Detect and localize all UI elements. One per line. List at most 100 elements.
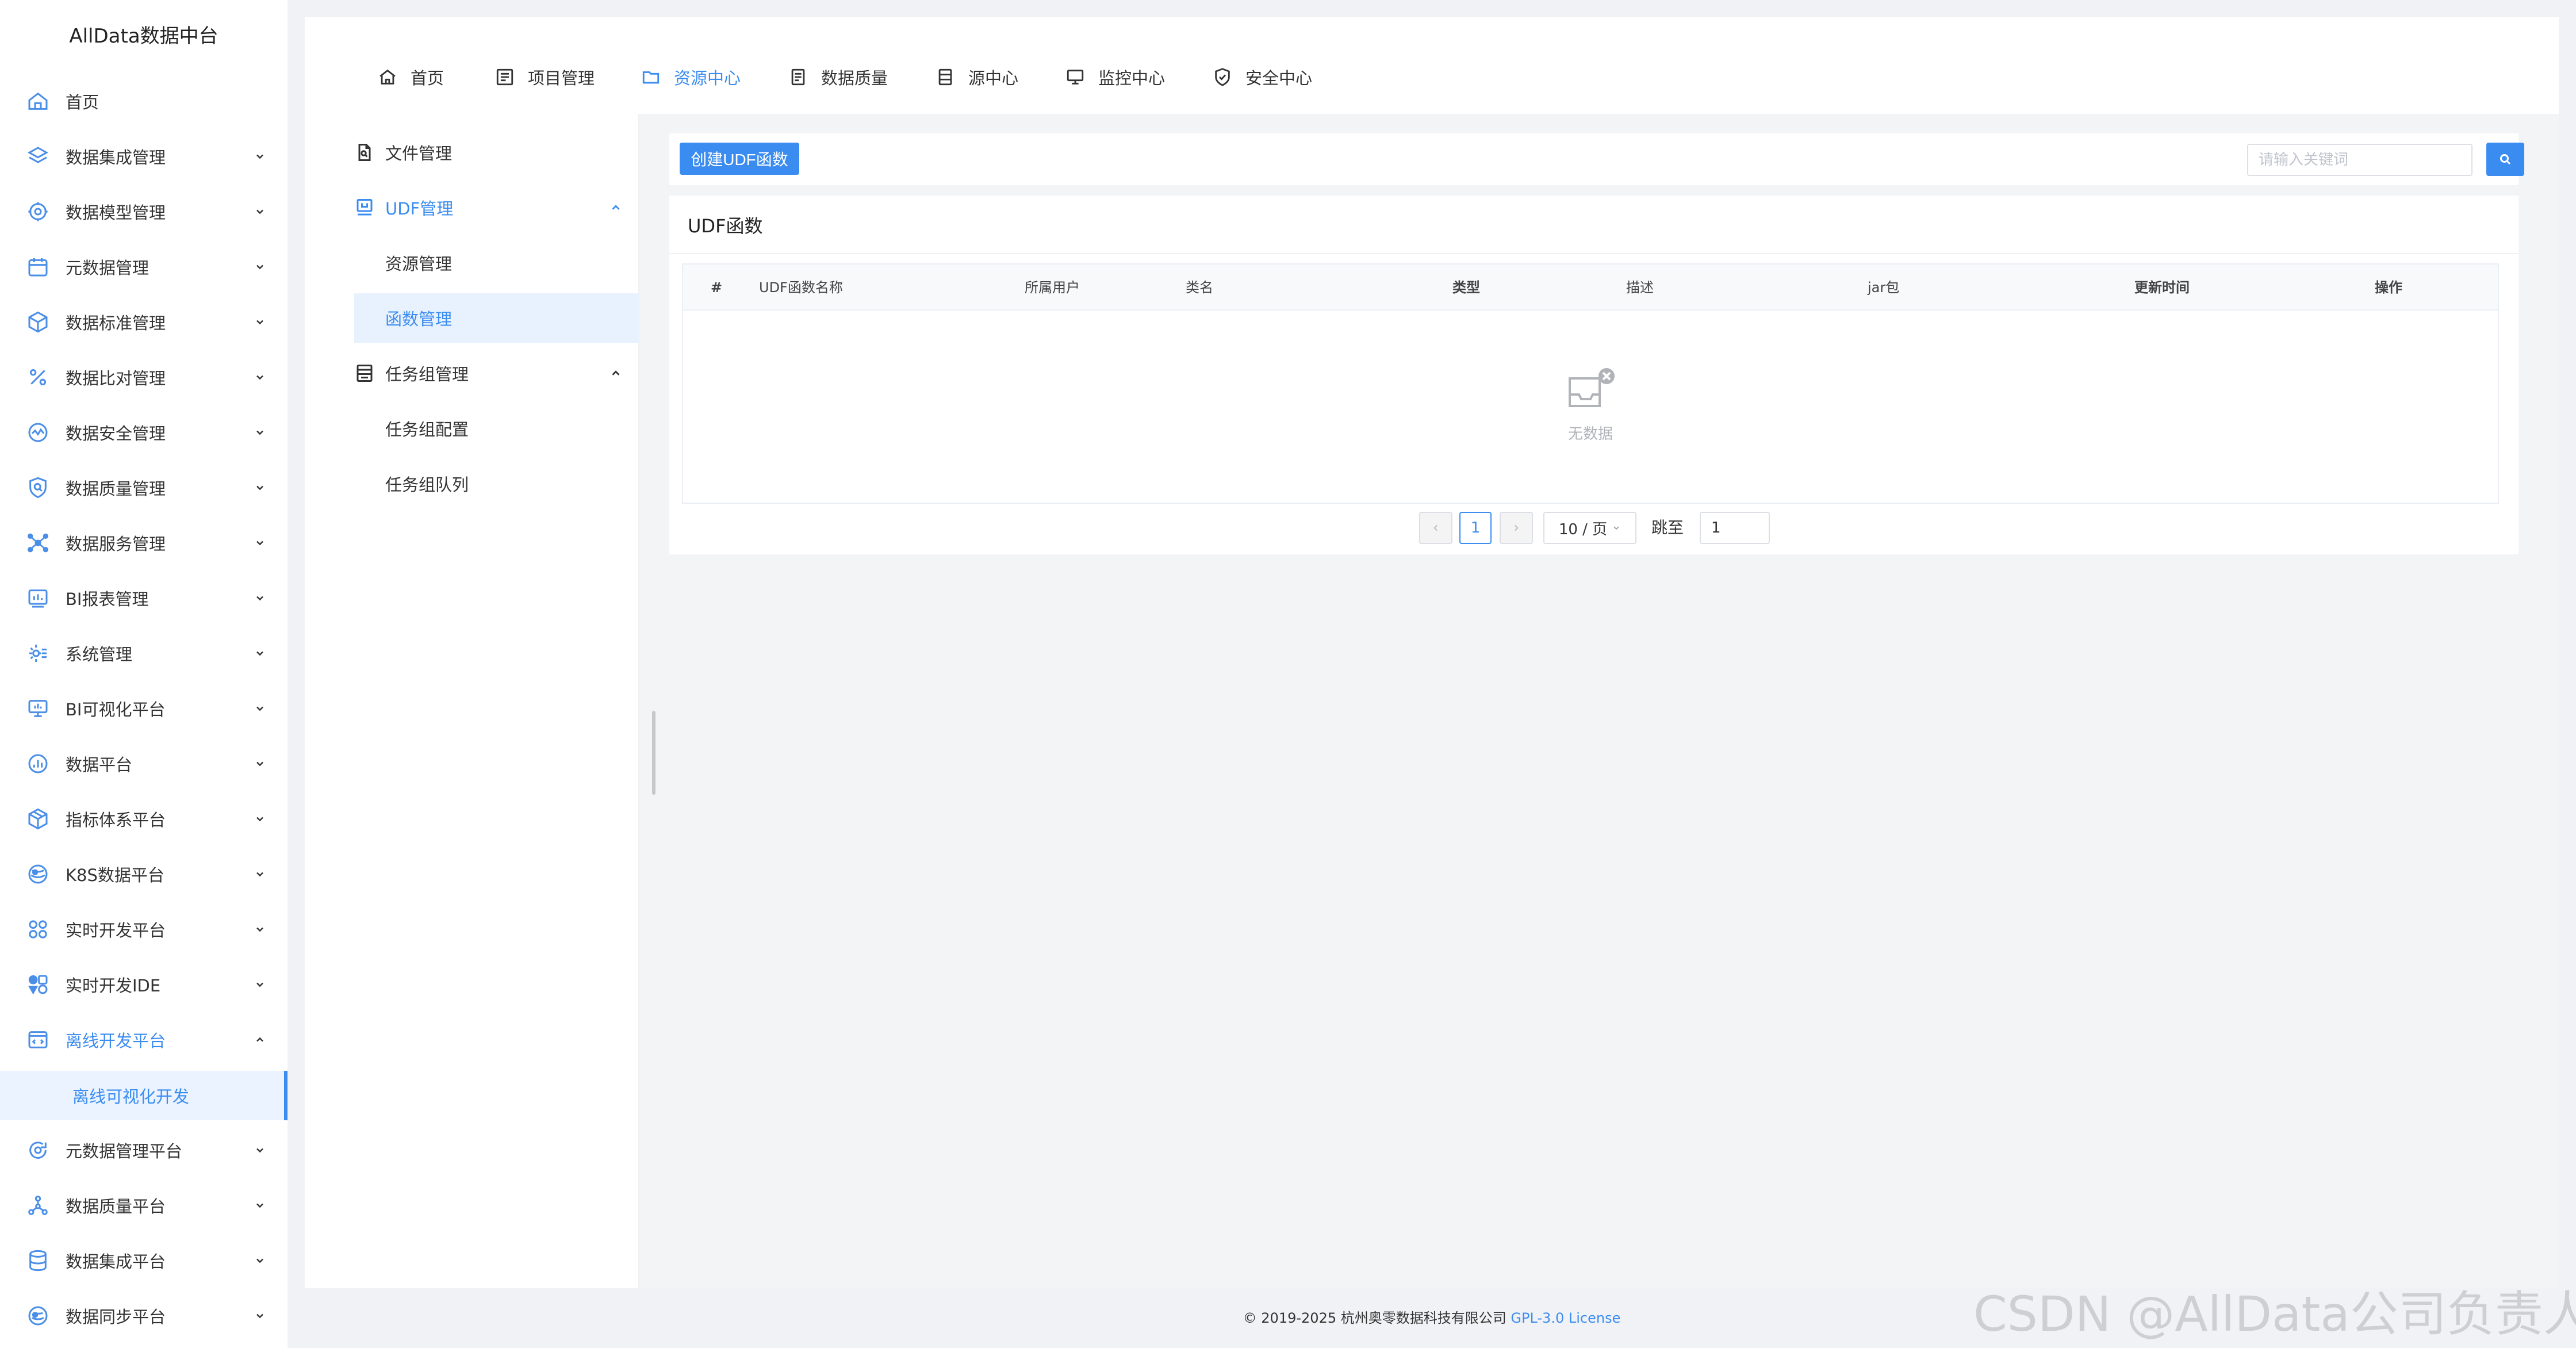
sidebar-item-home[interactable]: 首页: [0, 74, 288, 129]
subnav-task-group-config[interactable]: 任务组配置: [322, 404, 639, 453]
tab-label: 源中心: [968, 68, 1019, 88]
search-shield-icon: [25, 475, 51, 500]
sidebar-item-label: 数据质量平台: [66, 1197, 166, 1216]
main-container: 首页 项目管理 资源中心 数据质量 源中心 监控中心 安全中心 文件管理 UDF…: [305, 17, 2559, 1288]
sidebar-item-label: 数据集成管理: [66, 148, 166, 167]
subnav-file-manage[interactable]: 文件管理: [322, 128, 639, 177]
code-window-icon: [25, 1027, 51, 1052]
chevron-down-icon: [253, 426, 267, 439]
jump-label: 跳至: [1651, 518, 1684, 537]
tab-monitor-center[interactable]: 监控中心: [1065, 63, 1165, 91]
subnav-task-group-queue[interactable]: 任务组队列: [322, 459, 639, 508]
column-header-type: 类型: [1452, 279, 1480, 296]
tab-resource-center[interactable]: 资源中心: [641, 63, 741, 91]
chevron-down-icon: [253, 922, 267, 936]
file-search-icon: [353, 141, 376, 164]
sidebar-item-quality-platform[interactable]: 数据质量平台: [0, 1178, 288, 1233]
license-link[interactable]: GPL-3.0 License: [1511, 1310, 1620, 1326]
refresh-circle-icon: [25, 1138, 51, 1163]
task-group-icon: [353, 362, 376, 385]
sidebar-item-bi-visual[interactable]: BI可视化平台: [0, 681, 288, 736]
panel-title: UDF函数: [688, 215, 763, 237]
sidebar-item-offline-dev[interactable]: 离线开发平台: [0, 1012, 288, 1067]
sidebar-item-data-service[interactable]: 数据服务管理: [0, 515, 288, 570]
sidebar-item-realtime[interactable]: 实时开发平台: [0, 902, 288, 957]
chevron-down-icon: [253, 1254, 267, 1267]
sidebar-item-metadata[interactable]: 元数据管理: [0, 239, 288, 294]
sidebar-item-data-compare[interactable]: 数据比对管理: [0, 350, 288, 405]
search-input[interactable]: [2247, 144, 2472, 176]
subnav-function-manage[interactable]: 函数管理: [354, 293, 649, 343]
subnav-udf-manage[interactable]: UDF管理: [322, 183, 639, 232]
chevron-up-icon: [253, 1033, 267, 1047]
cog-icon: [25, 199, 51, 224]
subnav-label: 文件管理: [385, 144, 453, 163]
sidebar-item-data-model[interactable]: 数据模型管理: [0, 184, 288, 239]
sidebar-item-realtime-ide[interactable]: 实时开发IDE: [0, 957, 288, 1012]
page-number-button[interactable]: 1: [1459, 512, 1492, 544]
percent-icon: [25, 365, 51, 390]
project-icon: [494, 67, 515, 87]
subnav-label: 资源管理: [385, 254, 453, 274]
sidebar-item-label: 实时开发IDE: [66, 976, 161, 995]
prev-page-button[interactable]: [1419, 512, 1452, 544]
subnav-task-group-manage[interactable]: 任务组管理: [322, 349, 639, 398]
main-sidebar: AllData数据中台 首页 数据集成管理 数据模型管理 元数据管理 数据标准管…: [0, 0, 288, 1348]
chevron-down-icon: [253, 1143, 267, 1157]
tab-home[interactable]: 首页: [377, 63, 444, 91]
ide-icon: [25, 972, 51, 997]
sidebar-item-bi-report[interactable]: BI报表管理: [0, 570, 288, 626]
sidebar-item-data-quality[interactable]: 数据质量管理: [0, 460, 288, 515]
box-icon: [25, 806, 51, 832]
sync-globe-icon: [25, 1303, 51, 1328]
tab-source-center[interactable]: 源中心: [935, 63, 1018, 91]
sidebar-item-sync-platform[interactable]: 数据同步平台: [0, 1288, 288, 1343]
sidebar-item-data-integration[interactable]: 数据集成管理: [0, 129, 288, 184]
chevron-down-icon: [253, 150, 267, 163]
page-size-select[interactable]: 10 / 页: [1543, 512, 1636, 544]
create-udf-button[interactable]: 创建UDF函数: [680, 143, 799, 175]
next-page-button[interactable]: [1500, 512, 1533, 544]
document-icon: [788, 67, 808, 87]
sidebar-item-data-platform[interactable]: 数据平台: [0, 736, 288, 791]
sidebar-item-metadata-platform[interactable]: 元数据管理平台: [0, 1123, 288, 1178]
watermark: CSDN @AllData公司负责人: [1973, 1286, 2576, 1342]
chevron-down-icon: [253, 812, 267, 826]
tab-security-center[interactable]: 安全中心: [1212, 63, 1312, 91]
tab-project[interactable]: 项目管理: [494, 63, 595, 91]
sidebar-item-label: 数据比对管理: [66, 369, 166, 388]
sidebar-subitem-offline-visual[interactable]: 离线可视化开发: [0, 1071, 288, 1120]
sidebar-item-label: 首页: [66, 93, 99, 112]
copyright-text: © 2019-2025 杭州奥零数据科技有限公司: [1243, 1310, 1506, 1326]
subnav-resource-manage[interactable]: 资源管理: [322, 238, 639, 288]
database-icon: [25, 1248, 51, 1273]
sidebar-item-data-security[interactable]: 数据安全管理: [0, 405, 288, 460]
molecule-icon: [25, 1193, 51, 1218]
sidebar-item-label: 元数据管理: [66, 258, 150, 278]
empty-text: 无数据: [1567, 426, 1613, 443]
sidebar-item-system[interactable]: 系统管理: [0, 626, 288, 681]
layers-icon: [25, 144, 51, 169]
tab-label: 安全中心: [1245, 68, 1313, 88]
column-header-index: #: [711, 279, 723, 296]
sidebar-item-data-standard[interactable]: 数据标准管理: [0, 294, 288, 350]
globe-icon: [25, 861, 51, 887]
sidebar-item-label: 数据标准管理: [66, 313, 166, 333]
udf-table: # UDF函数名称 所属用户 类名 类型 描述 jar包 更新时间 操作 无数据: [682, 263, 2499, 504]
sidebar-item-integration-platform[interactable]: 数据集成平台: [0, 1233, 288, 1288]
sidebar-item-label: 数据质量管理: [66, 479, 166, 499]
tab-label: 首页: [411, 68, 444, 88]
jump-page-input[interactable]: [1700, 512, 1770, 544]
monitor-icon: [25, 696, 51, 721]
shield-check-icon: [1212, 67, 1233, 87]
chevron-down-icon: [253, 536, 267, 550]
chevron-down-icon: [253, 867, 267, 881]
sidebar-item-metrics[interactable]: 指标体系平台: [0, 791, 288, 847]
tab-data-quality[interactable]: 数据质量: [788, 63, 888, 91]
empty-state: 无数据: [683, 311, 2498, 503]
chevron-down-icon: [253, 591, 267, 605]
sidebar-item-label: BI报表管理: [66, 589, 149, 609]
resize-handle[interactable]: [652, 711, 656, 795]
search-button[interactable]: [2486, 143, 2524, 176]
sidebar-item-k8s[interactable]: K8S数据平台: [0, 847, 288, 902]
